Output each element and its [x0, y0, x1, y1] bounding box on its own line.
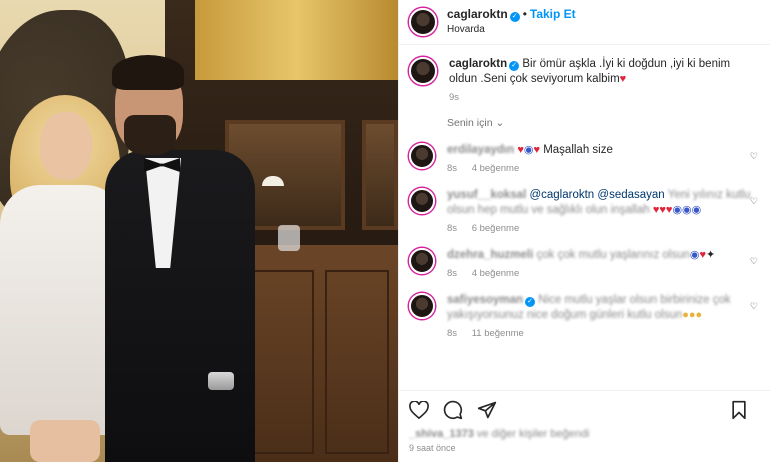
clap-emoji-icon: ●●●: [682, 309, 703, 321]
photo-man-suit: [105, 150, 255, 462]
caption-body: caglaroktn ✓ Bir ömür aşkla .İyi ki doğdu…: [449, 57, 760, 103]
caption: caglaroktn ✓ Bir ömür aşkla .İyi ki doğdu…: [409, 57, 760, 103]
comments-section: caglaroktn ✓ Bir ömür aşkla .İyi ki doğdu…: [399, 45, 770, 339]
evil-eye-emoji-icon: ◉◉◉: [672, 204, 702, 216]
post-sidebar: caglaroktn ✓ • Takip Et Hovarda caglaroktn ✓…: [398, 0, 770, 462]
comment-body: safiyesoyman ✓ Nice mutlu yaşlar olsun bi…: [447, 293, 760, 339]
avatar[interactable]: [409, 8, 437, 36]
comment-filter-label: Senin için: [447, 117, 493, 129]
avatar[interactable]: [409, 57, 437, 85]
comment-like-heart-icon[interactable]: ♡: [750, 301, 758, 312]
likes-user[interactable]: _shiva_1373: [409, 428, 474, 440]
comment-text: Maşallah size: [543, 144, 613, 156]
comment-meta: 8s 4 beğenme: [447, 163, 760, 174]
photo-jar: [278, 225, 300, 251]
comment-like-heart-icon[interactable]: ♡: [750, 151, 758, 162]
verified-icon: ✓: [509, 61, 520, 71]
comment-likes[interactable]: 4 beğenme: [472, 163, 520, 174]
comment-text-line: erdilayaydın ♥◉♥ Maşallah size: [447, 143, 760, 158]
comment-time: 8s: [447, 223, 458, 234]
comment-row: dzehra_huzmeli çok çok mutlu yaşlarınız …: [409, 248, 760, 279]
caption-time: 9s: [449, 92, 460, 103]
avatar[interactable]: [409, 293, 435, 319]
photo-man-beard: [124, 115, 176, 155]
comment-username[interactable]: yusuf__koksal: [447, 189, 526, 201]
photo-cabinet: [240, 245, 398, 462]
photo-woman-face: [40, 112, 92, 180]
location-link[interactable]: Hovarda: [447, 22, 576, 37]
comment-text-line: safiyesoyman ✓ Nice mutlu yaşlar olsun bi…: [447, 293, 760, 323]
comment-username[interactable]: safiyesoyman: [447, 294, 523, 306]
heart-emoji-icon: ♥: [533, 144, 540, 156]
comment-row: safiyesoyman ✓ Nice mutlu yaşlar olsun bi…: [409, 293, 760, 339]
comment-text-line: yusuf__koksal @caglaroktn @sedasayan Yen…: [447, 188, 760, 218]
comment-filter-dropdown[interactable]: Senin için ⌄: [447, 117, 760, 129]
caption-username[interactable]: caglaroktn: [449, 58, 507, 70]
photo-woman-legs: [30, 420, 100, 462]
separator-dot: •: [522, 7, 527, 21]
header-username[interactable]: caglaroktn: [447, 7, 508, 21]
comment-time: 8s: [447, 328, 458, 339]
comment-username[interactable]: erdilayaydın: [447, 144, 514, 156]
post-timestamp: 9 saat önce: [409, 443, 456, 453]
heart-emoji-icon: ♥: [619, 73, 627, 85]
comment-like-heart-icon[interactable]: ♡: [750, 256, 758, 267]
comment-row: yusuf__koksal @caglaroktn @sedasayan Yen…: [409, 188, 760, 234]
post-actions: _shiva_1373 ve diğer kişiler beğendi 9 s…: [399, 390, 770, 453]
likes-text[interactable]: ve diğer kişiler beğendi: [477, 428, 590, 440]
comment-likes[interactable]: 11 beğenme: [472, 328, 524, 339]
evil-eye-emoji-icon: ◉: [689, 249, 700, 261]
comment-meta: 8s 4 beğenme: [447, 268, 760, 279]
avatar[interactable]: [409, 188, 435, 214]
comment-body: erdilayaydın ♥◉♥ Maşallah size 8s 4 beğe…: [447, 143, 760, 174]
comment-body: yusuf__koksal @caglaroktn @sedasayan Yen…: [447, 188, 760, 234]
avatar[interactable]: [409, 143, 435, 169]
photo-watch: [208, 372, 234, 390]
caption-text-line: caglaroktn ✓ Bir ömür aşkla .İyi ki doğdu…: [449, 57, 760, 87]
comment-meta: 8s 11 beğenme: [447, 328, 760, 339]
comment-meta: 8s 6 beğenme: [447, 223, 760, 234]
header-text: caglaroktn ✓ • Takip Et Hovarda: [447, 7, 576, 37]
chevron-down-icon: ⌄: [495, 117, 505, 129]
caption-meta: 9s: [449, 92, 760, 103]
post-header: caglaroktn ✓ • Takip Et Hovarda: [399, 0, 770, 45]
comment-row: erdilayaydın ♥◉♥ Maşallah size 8s 4 beğe…: [409, 143, 760, 174]
share-icon[interactable]: [477, 400, 497, 420]
comment-icon[interactable]: [443, 400, 463, 420]
photo-mirror-side: [362, 120, 398, 230]
photo-ceiling: [195, 0, 398, 80]
heart-icon[interactable]: [409, 401, 429, 419]
comment-time: 8s: [447, 163, 458, 174]
verified-icon: ✓: [525, 297, 536, 307]
comment-likes[interactable]: 4 beğenme: [472, 268, 520, 279]
comment-like-heart-icon[interactable]: ♡: [750, 196, 758, 207]
action-icons: [409, 396, 761, 424]
heart-emoji-icon: ♥♥♥: [652, 204, 673, 216]
comment-likes[interactable]: 6 beğenme: [472, 223, 520, 234]
comment-text-line: dzehra_huzmeli çok çok mutlu yaşlarınız …: [447, 248, 760, 263]
follow-button[interactable]: Takip Et: [530, 7, 576, 21]
likes-summary: _shiva_1373 ve diğer kişiler beğendi: [409, 428, 761, 440]
comment-text: çok çok mutlu yaşlarınız olsun: [536, 249, 690, 261]
bookmark-icon[interactable]: [731, 400, 747, 420]
comment-time: 8s: [447, 268, 458, 279]
comment-mentions[interactable]: @caglaroktn @sedasayan: [529, 189, 664, 201]
comment-body: dzehra_huzmeli çok çok mutlu yaşlarınız …: [447, 248, 760, 279]
photo-man-hair: [112, 55, 184, 90]
comment-username[interactable]: dzehra_huzmeli: [447, 249, 533, 261]
sparkle-emoji-icon: ✦: [706, 249, 716, 261]
avatar[interactable]: [409, 248, 435, 274]
verified-icon: ✓: [509, 12, 520, 22]
post-photo[interactable]: [0, 0, 398, 462]
